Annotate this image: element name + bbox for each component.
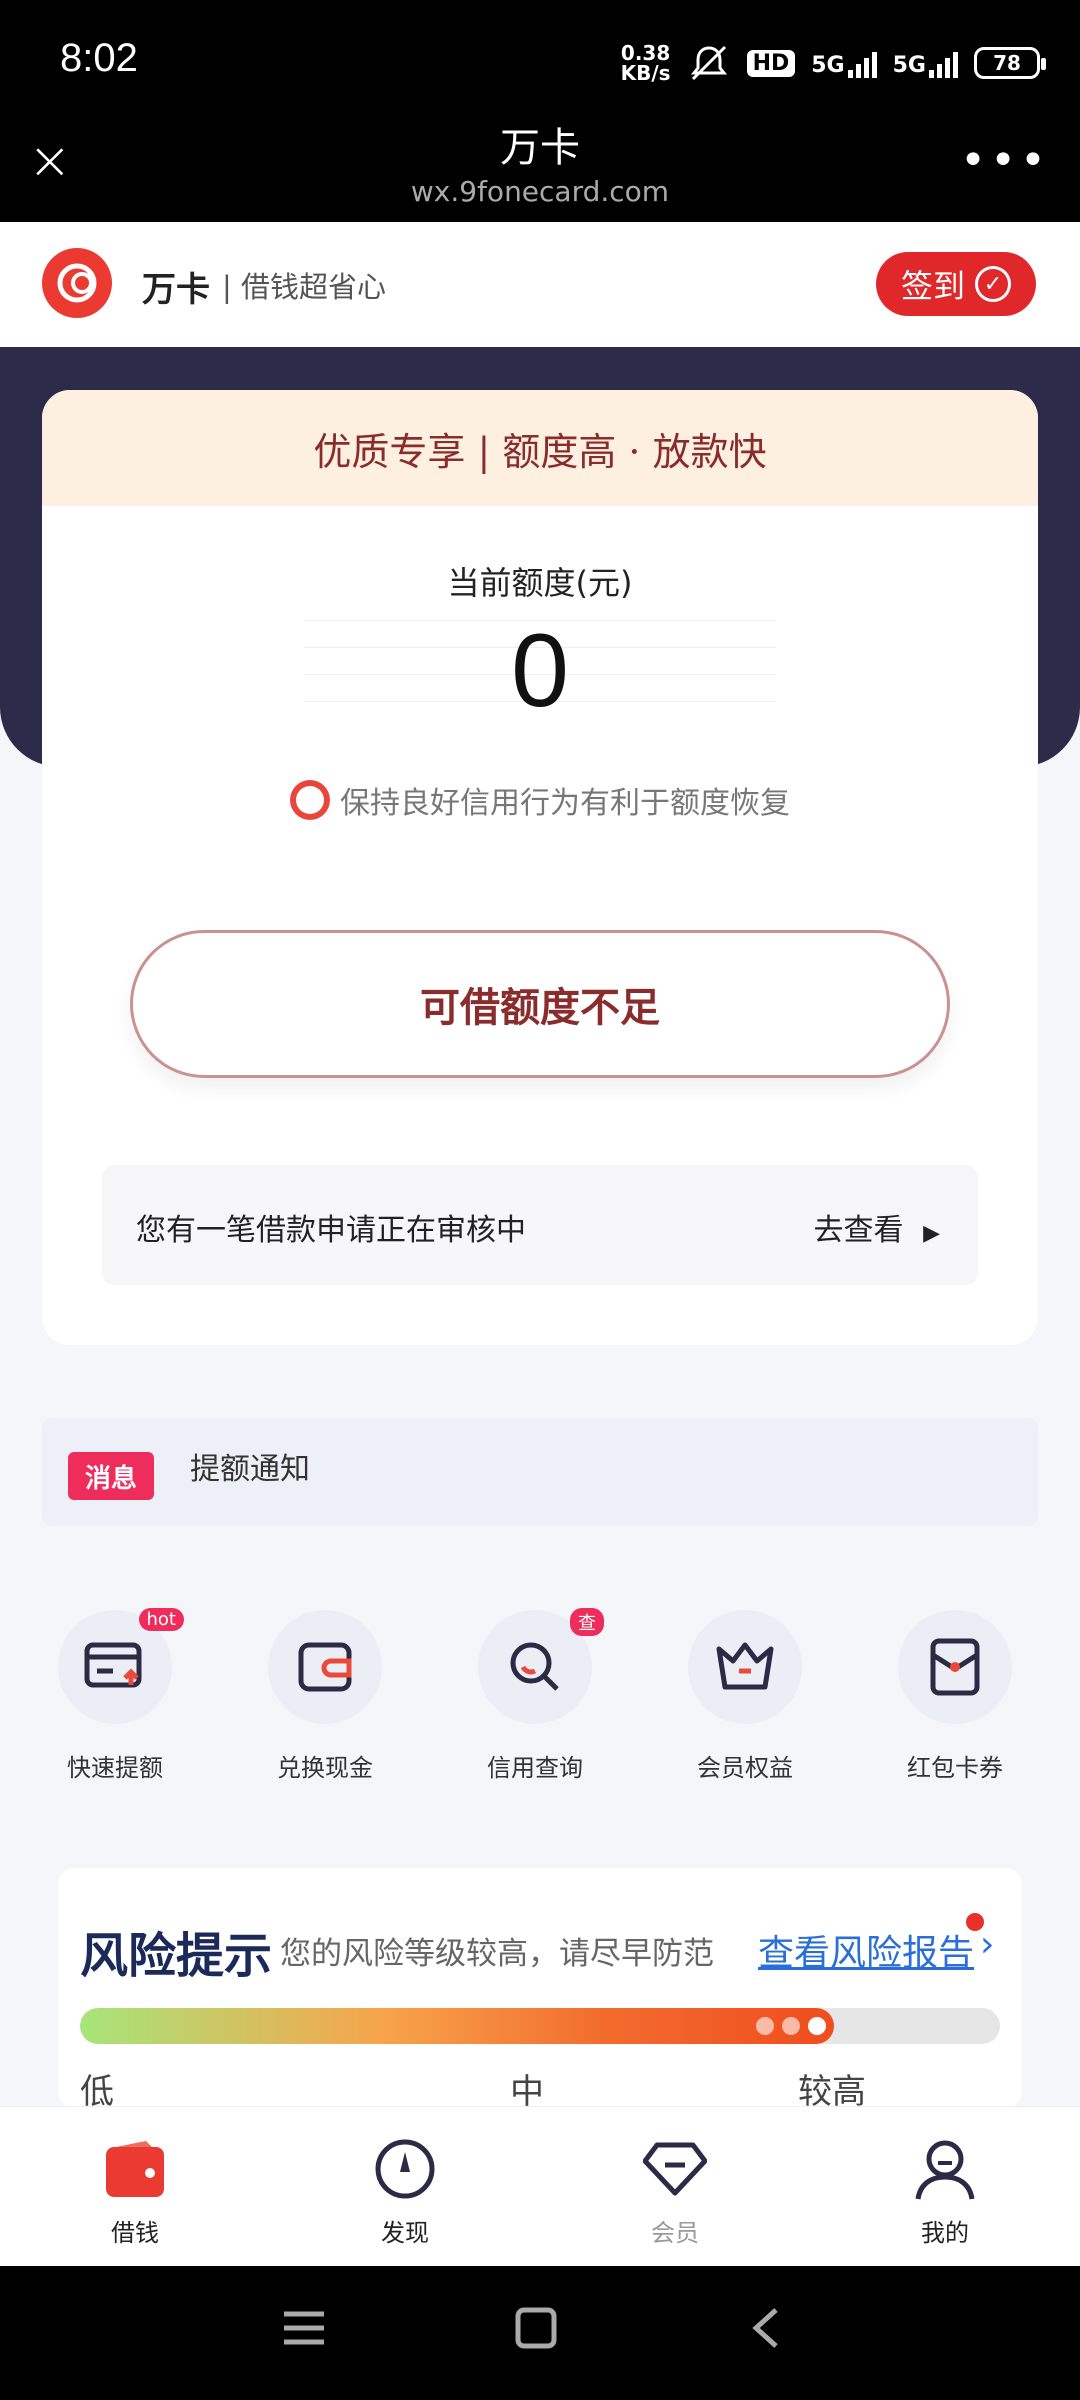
tab-mine[interactable]: 我的 — [875, 2135, 1015, 2248]
tab-label: 发现 — [381, 2219, 429, 2247]
shortcut-label: 兑换现金 — [277, 1754, 373, 1782]
query-tag: 查 — [570, 1608, 604, 1636]
message-banner[interactable]: 消息 提额通知 — [42, 1418, 1038, 1526]
app-header: 万卡 | 借钱超省心 签到 ✓ — [0, 222, 1080, 347]
tab-label: 借钱 — [111, 2219, 159, 2247]
message-badge: 消息 — [68, 1452, 154, 1500]
shortcut-label: 会员权益 — [697, 1754, 793, 1782]
card-up-icon — [84, 1642, 142, 1688]
search-icon — [510, 1642, 559, 1691]
mute-bell-icon — [690, 45, 727, 81]
net-speed-value: 0.38 — [620, 41, 671, 65]
risk-meter-dots — [756, 2017, 827, 2035]
risk-subtitle: 您的风险等级较高，请尽早防范 — [280, 1936, 714, 1972]
tab-discover[interactable]: 发现 — [335, 2135, 475, 2248]
page-title: 万卡 — [500, 125, 580, 171]
shortcut-icon-wrap — [268, 1610, 382, 1724]
red-packet-icon — [930, 1638, 980, 1696]
shortcut-icon-wrap — [898, 1610, 1012, 1724]
wallet-icon — [65, 2135, 205, 2203]
wallet-icon — [298, 1642, 352, 1692]
risk-meter — [80, 2008, 1000, 2044]
shortcut-icon-wrap: 查 — [478, 1608, 604, 1724]
review-link[interactable]: 去查看 ▶ — [814, 1205, 940, 1249]
hot-tag: hot — [138, 1608, 184, 1631]
shortcut-credit-query[interactable]: 查 信用查询 — [465, 1608, 605, 1783]
battery-icon: 78 — [974, 47, 1046, 79]
caret-right-icon: ▶ — [923, 1221, 940, 1246]
risk-report-link[interactable]: 查看风险报告 — [758, 1924, 974, 1976]
tab-label: 我的 — [921, 2219, 969, 2247]
tab-borrow[interactable]: 借钱 — [65, 2135, 205, 2248]
quota-label: 当前额度(元) — [447, 564, 633, 602]
quota-card: 优质专享 | 额度高 · 放款快 当前额度(元) 0 保持良好信用行为有利于额度… — [42, 390, 1038, 1345]
card-banner: 优质专享 | 额度高 · 放款快 — [42, 390, 1038, 506]
shortcut-label: 信用查询 — [487, 1754, 583, 1782]
message-text: 提额通知 — [190, 1452, 310, 1487]
alarm-clock-icon — [290, 780, 330, 820]
more-menu-icon[interactable]: ••• — [960, 135, 1050, 186]
status-bar: 8:02 0.38 KB/s HD 5G 5G 78 — [0, 0, 1080, 125]
browser-title-bar: × 万卡 wx.9fonecard.com ••• — [0, 125, 1080, 222]
diamond-icon — [605, 2135, 745, 2203]
review-text: 您有一笔借款申请正在审核中 — [136, 1213, 526, 1248]
shortcut-member-benefits[interactable]: 会员权益 — [675, 1610, 815, 1783]
hd-badge: HD — [746, 49, 796, 77]
shortcut-exchange-cash[interactable]: 兑换现金 — [255, 1610, 395, 1783]
review-notice[interactable]: 您有一笔借款申请正在审核中 去查看 ▶ — [102, 1165, 978, 1285]
signal-2-label: 5G — [892, 53, 926, 78]
compass-icon — [335, 2135, 475, 2203]
signal-bars-icon — [929, 48, 958, 78]
shortcut-icon-wrap: hot — [58, 1608, 184, 1724]
bottom-tab-bar: 借钱 发现 会员 我的 — [0, 2106, 1080, 2266]
crown-icon — [716, 1642, 774, 1690]
brand-slogan: | 借钱超省心 — [222, 270, 386, 304]
battery-level: 78 — [993, 51, 1021, 75]
risk-card: 风险提示 您的风险等级较高，请尽早防范 查看风险报告 › 低 中 较高 — [58, 1868, 1022, 2112]
menu-icon[interactable] — [282, 2306, 326, 2350]
signal-2: 5G — [893, 48, 958, 78]
shortcut-label: 快速提额 — [67, 1754, 163, 1782]
tab-label: 会员 — [651, 2219, 699, 2247]
review-link-label: 去查看 — [813, 1213, 904, 1248]
credit-tip-text: 保持良好信用行为有利于额度恢复 — [340, 786, 790, 821]
credit-tip: 保持良好信用行为有利于额度恢复 — [42, 778, 1038, 822]
tab-member[interactable]: 会员 — [605, 2135, 745, 2248]
borrow-button[interactable]: 可借额度不足 — [130, 930, 950, 1078]
quota-value: 0 — [511, 613, 569, 729]
signal-1-label: 5G — [811, 53, 845, 78]
shortcut-icon-wrap — [688, 1610, 802, 1724]
signin-label: 签到 — [900, 267, 965, 305]
net-speed: 0.38 KB/s — [621, 43, 671, 83]
signin-button[interactable]: 签到 ✓ — [876, 252, 1036, 316]
notification-dot — [966, 1913, 984, 1931]
signal-bars-icon — [847, 48, 877, 78]
status-time: 8:02 — [60, 36, 138, 80]
risk-title: 风险提示 — [80, 1928, 273, 1984]
shortcut-red-packet[interactable]: 红包卡券 — [885, 1610, 1025, 1783]
system-nav-bar — [0, 2266, 1080, 2400]
shortcut-label: 红包卡券 — [907, 1754, 1003, 1782]
check-icon: ✓ — [975, 266, 1011, 302]
back-icon[interactable] — [748, 2306, 784, 2350]
app-logo — [42, 248, 112, 318]
brand-name: 万卡 — [142, 270, 210, 310]
shortcut-quick-raise[interactable]: hot 快速提额 — [45, 1608, 185, 1783]
page-url: wx.9fonecard.com — [410, 175, 670, 208]
chevron-right-icon[interactable]: › — [980, 1924, 994, 1965]
person-icon — [875, 2135, 1015, 2203]
signal-1: 5G — [811, 48, 877, 78]
status-icons: 0.38 KB/s HD 5G 5G 78 — [621, 38, 1046, 88]
home-icon[interactable] — [514, 2306, 558, 2350]
risk-meter-fill — [80, 2008, 835, 2044]
net-speed-unit: KB/s — [620, 61, 671, 85]
